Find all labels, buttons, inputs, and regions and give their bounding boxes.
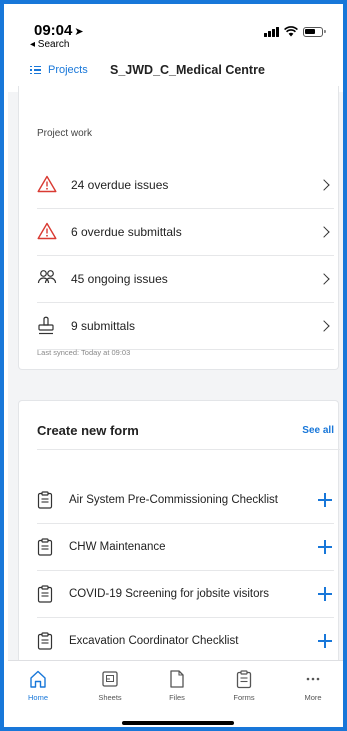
add-form-plus-icon[interactable] (318, 493, 332, 507)
status-time: 09:04 ➤ (34, 22, 84, 39)
cellular-signal-icon (264, 26, 279, 37)
ongoing-issues-label: 45 ongoing issues (71, 272, 168, 286)
submittals-label: 9 submittals (71, 319, 136, 333)
warning-icon (37, 222, 59, 242)
list-icon (30, 65, 41, 75)
warning-icon (37, 175, 59, 195)
stamp-icon (37, 316, 59, 336)
clipboard-icon (214, 669, 274, 689)
screenshot-frame: 09:04➤ ◂ Search Projects S_JWD_C_Medica (0, 0, 347, 731)
tab-home-label: Home (27, 693, 48, 702)
back-to-search-link[interactable]: ◂ Search (30, 39, 69, 50)
location-arrow-icon: ➤ (74, 26, 84, 38)
bottom-tab-bar: Home Sheets Files Forms More (8, 660, 343, 727)
submittals-row[interactable]: 9 submittals (37, 303, 334, 350)
tab-sheets-label: Sheets (98, 693, 122, 702)
more-icon (283, 669, 343, 689)
overdue-submittals-label: 6 overdue submittals (71, 225, 182, 239)
form-template-row[interactable]: CHW Maintenance (37, 524, 334, 571)
file-icon (147, 669, 207, 689)
projects-label: Projects (48, 64, 88, 76)
form-template-label: COVID-19 Screening for jobsite visitors (69, 588, 270, 600)
see-all-link[interactable]: See all (302, 425, 334, 436)
sheets-icon (80, 669, 140, 689)
tab-home[interactable]: Home (8, 669, 68, 702)
create-new-form-card: Create new form See all Air System Pre-C… (18, 400, 340, 670)
wifi-icon (284, 26, 298, 37)
overdue-issues-row[interactable]: 24 overdue issues (37, 162, 334, 209)
projects-button[interactable]: Projects (30, 64, 88, 76)
tab-files-label: Files (169, 693, 185, 702)
project-work-card: Project work 24 overdue issues 6 overdue… (18, 86, 339, 370)
chevron-right-icon (318, 226, 330, 238)
add-form-plus-icon[interactable] (318, 540, 332, 554)
form-template-label: CHW Maintenance (69, 541, 166, 553)
home-indicator (122, 721, 234, 725)
chevron-right-icon (318, 273, 330, 285)
overdue-issues-label: 24 overdue issues (71, 178, 169, 192)
form-template-label: Air System Pre-Commissioning Checklist (69, 494, 278, 506)
tab-files[interactable]: Files (147, 669, 207, 702)
app-screen: 09:04➤ ◂ Search Projects S_JWD_C_Medica (8, 8, 343, 727)
clipboard-icon (37, 491, 53, 509)
status-bar: 09:04 ➤ ◂ Search (8, 8, 343, 52)
project-work-heading: Project work (37, 128, 93, 139)
form-template-row[interactable]: Excavation Coordinator Checklist (37, 618, 334, 665)
chevron-right-icon (318, 320, 330, 332)
home-icon (8, 669, 68, 689)
create-new-form-title: Create new form (37, 423, 139, 438)
tab-forms-label: Forms (233, 693, 255, 702)
chevron-right-icon (318, 179, 330, 191)
clipboard-icon (37, 538, 53, 556)
form-template-row[interactable]: COVID-19 Screening for jobsite visitors (37, 571, 334, 618)
project-title: S_JWD_C_Medical Centre (110, 63, 265, 77)
tab-sheets[interactable]: Sheets (80, 669, 140, 702)
clipboard-icon (37, 585, 53, 603)
ongoing-issues-row[interactable]: 45 ongoing issues (37, 256, 334, 303)
system-icons (264, 26, 326, 37)
last-synced-text: Last synced: Today at 09:03 (37, 348, 131, 357)
tab-more[interactable]: More (283, 669, 343, 702)
tab-forms[interactable]: Forms (214, 669, 274, 702)
title-divider (37, 449, 340, 450)
form-template-label: Excavation Coordinator Checklist (69, 635, 239, 647)
form-template-row[interactable]: Air System Pre-Commissioning Checklist (37, 477, 334, 524)
people-icon (37, 269, 59, 289)
add-form-plus-icon[interactable] (318, 587, 332, 601)
add-form-plus-icon[interactable] (318, 634, 332, 648)
status-time-text: 09:04 (34, 22, 73, 39)
tab-more-label: More (304, 693, 322, 702)
battery-icon (303, 26, 326, 37)
clipboard-icon (37, 632, 53, 650)
overdue-submittals-row[interactable]: 6 overdue submittals (37, 209, 334, 256)
